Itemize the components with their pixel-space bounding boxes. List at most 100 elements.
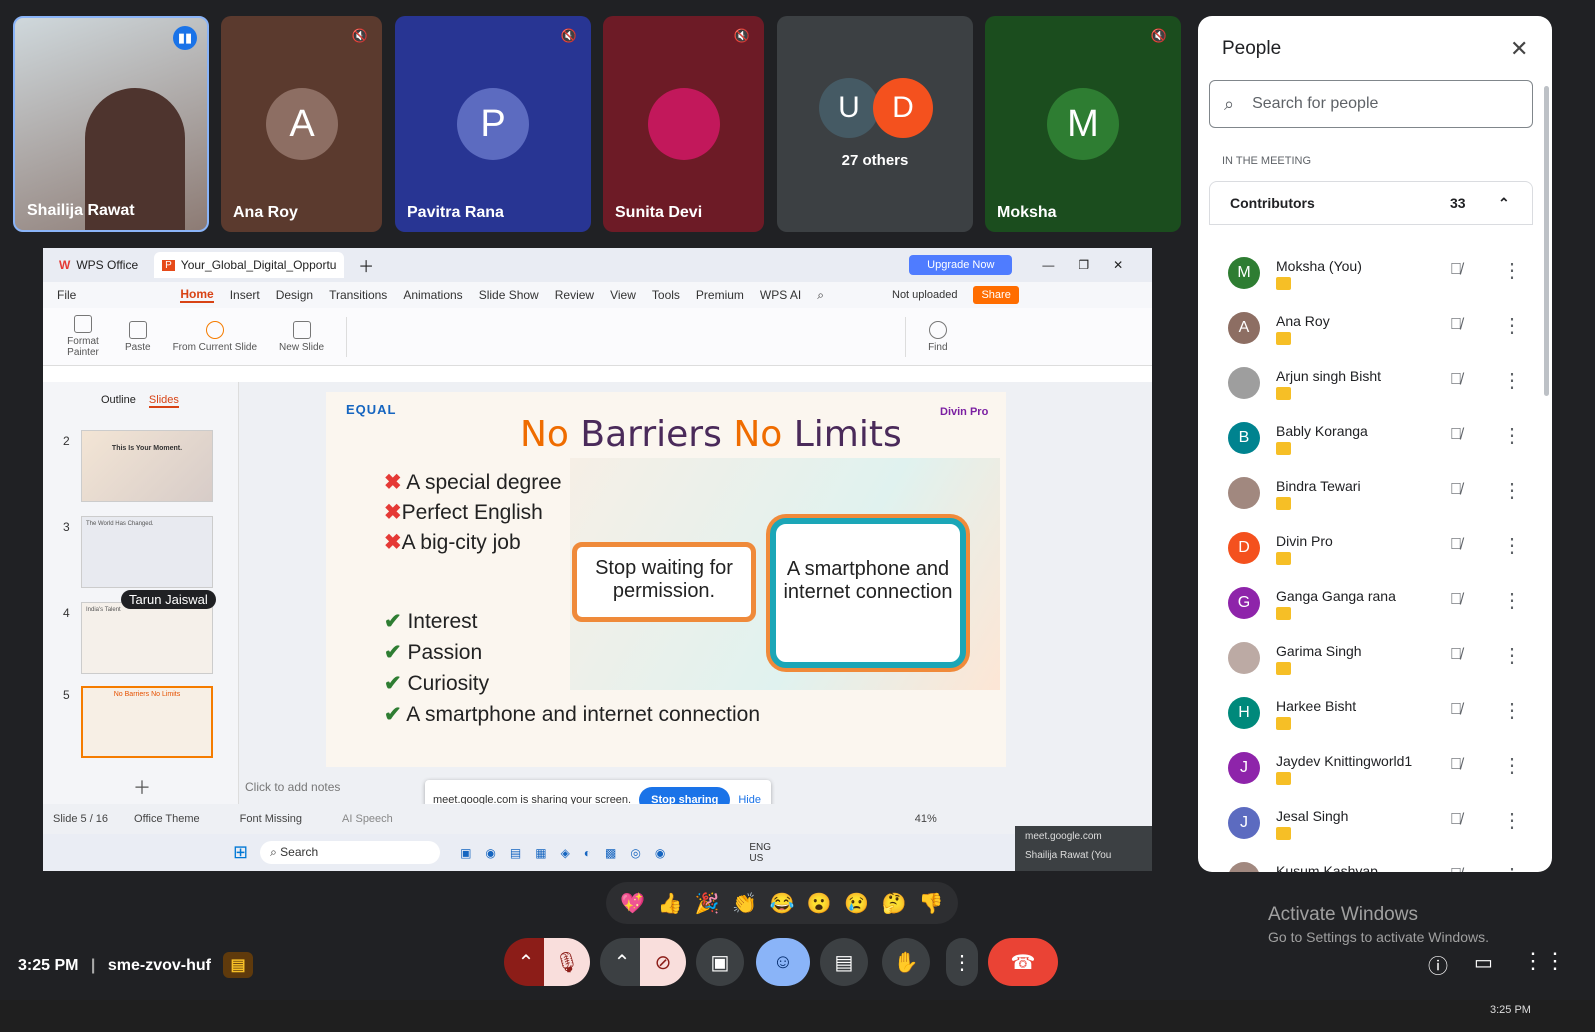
menu-transitions[interactable]: Transitions [329, 288, 387, 302]
tab-document[interactable]: P Your_Global_Digital_Opportu [154, 252, 345, 278]
more-options-button[interactable]: ⋮ [946, 938, 978, 986]
tab-slides[interactable]: Slides [148, 394, 179, 408]
tile-sunita[interactable]: 🔇 Sunita Devi [603, 16, 764, 232]
restore-icon[interactable]: ❐ [1078, 258, 1089, 272]
new-tab-icon[interactable]: ＋ [358, 253, 374, 277]
participant-row[interactable]: Bindra Tewari 🎙̸ ⋮ [1212, 465, 1532, 520]
menu-tools[interactable]: Tools [652, 288, 680, 302]
speaker-notes[interactable]: Click to add notes [245, 780, 340, 794]
add-slide-icon[interactable]: ＋ [133, 774, 151, 800]
participant-row[interactable]: H Harkee Bisht 🎙̸ ⋮ [1212, 685, 1532, 740]
zoom-level[interactable]: 41% [915, 813, 937, 825]
contributors-header[interactable]: Contributors 33 ⌃ [1209, 181, 1533, 225]
menu-slideshow[interactable]: Slide Show [479, 288, 539, 302]
reaction-emoji[interactable]: 😮 [807, 891, 832, 916]
more-options-icon[interactable]: ⋮ [1502, 423, 1522, 448]
menu-view[interactable]: View [610, 288, 636, 302]
format-painter-button[interactable]: Format Painter [63, 315, 103, 358]
mic-off-icon[interactable]: 🎙̸ [1450, 866, 1462, 872]
not-uploaded[interactable]: Not uploaded [892, 289, 957, 301]
mic-off-icon[interactable]: 🎙̸ [1450, 481, 1462, 499]
tile-pavitra[interactable]: P 🔇 Pavitra Rana [395, 16, 591, 232]
menu-home[interactable]: Home [180, 287, 214, 303]
mic-off-icon[interactable]: 🎙̸ [1450, 316, 1462, 334]
share-button[interactable]: Share [973, 286, 1019, 304]
tab-wps-office[interactable]: W WPS Office [51, 252, 146, 278]
reaction-emoji[interactable]: 💖 [620, 891, 645, 916]
search-people-input[interactable]: ⌕ Search for people [1209, 80, 1533, 128]
slide-thumbnail[interactable]: India's Talent [81, 602, 213, 674]
reaction-emoji[interactable]: 😢 [844, 891, 869, 916]
mic-off-icon[interactable]: 🎙̸ [1450, 756, 1462, 774]
menu-premium[interactable]: Premium [696, 288, 744, 302]
mic-off-icon[interactable]: 🎙̸ [1450, 701, 1462, 719]
more-options-icon[interactable]: ⋮ [1502, 643, 1522, 668]
chat-icon[interactable]: ▭ [1474, 950, 1493, 975]
participant-row[interactable]: A Ana Roy 🎙̸ ⋮ [1212, 300, 1532, 355]
search-icon[interactable]: ⌕ [817, 288, 824, 303]
more-options-icon[interactable]: ⋮ [1502, 258, 1522, 283]
upgrade-button[interactable]: Upgrade Now [909, 255, 1013, 275]
participant-row[interactable]: M Moksha (You) 🎙̸ ⋮ [1212, 245, 1532, 300]
menu-file[interactable]: File [57, 288, 76, 302]
tile-moksha[interactable]: M 🔇 Moksha [985, 16, 1181, 232]
reaction-emoji[interactable]: 👍 [658, 891, 683, 916]
mic-off-icon[interactable]: 🎙̸ [1450, 811, 1462, 829]
tile-ana-roy[interactable]: A 🔇 Ana Roy [221, 16, 382, 232]
menu-wps-ai[interactable]: WPS AI [760, 288, 801, 302]
participant-row[interactable]: Kusum Kashyap 🎙̸ ⋮ [1212, 850, 1532, 872]
participant-row[interactable]: J Jaydev Knittingworld1 🎙̸ ⋮ [1212, 740, 1532, 795]
more-options-icon[interactable]: ⋮ [1502, 588, 1522, 613]
participant-row[interactable]: Arjun singh Bisht 🎙̸ ⋮ [1212, 355, 1532, 410]
host-controls-icon[interactable]: ▤ [223, 952, 253, 978]
raise-hand-button[interactable]: ✋ [882, 938, 930, 986]
mic-off-button[interactable]: 🎙 [544, 938, 590, 986]
participant-row[interactable]: Garima Singh 🎙̸ ⋮ [1212, 630, 1532, 685]
tab-outline[interactable]: Outline [101, 394, 136, 406]
mic-off-icon[interactable]: 🎙̸ [1450, 536, 1462, 554]
paste-button[interactable]: Paste [125, 320, 151, 353]
slide-thumbnail[interactable]: This Is Your Moment. [81, 430, 213, 502]
more-options-icon[interactable]: ⋮ [1502, 313, 1522, 338]
mic-options-button[interactable]: ⌃ [504, 938, 548, 986]
more-options-icon[interactable]: ⋮ [1502, 368, 1522, 393]
captions-button[interactable]: ▤ [820, 938, 868, 986]
apps-icon[interactable]: ⋮⋮ [1522, 948, 1566, 974]
font-missing[interactable]: Font Missing [240, 813, 302, 825]
menu-review[interactable]: Review [555, 288, 594, 302]
scrollbar[interactable] [1544, 86, 1549, 396]
slide-thumbnail[interactable]: The World Has Changed. [81, 516, 213, 588]
menu-insert[interactable]: Insert [230, 288, 260, 302]
minimize-icon[interactable]: — [1042, 258, 1054, 272]
tile-shailija[interactable]: ▮▮ Shailija Rawat [13, 16, 209, 232]
mic-off-icon[interactable]: 🎙̸ [1450, 591, 1462, 609]
slide-thumbnail-active[interactable]: No Barriers No Limits [81, 686, 213, 758]
reaction-emoji[interactable]: 😂 [770, 891, 795, 916]
mic-off-icon[interactable]: 🎙̸ [1450, 261, 1462, 279]
camera-options-button[interactable]: ⌃ [600, 938, 644, 986]
more-options-icon[interactable]: ⋮ [1502, 533, 1522, 558]
speech-label[interactable]: AI Speech [342, 813, 393, 825]
participant-row[interactable]: J Jesal Singh 🎙̸ ⋮ [1212, 795, 1532, 850]
reaction-emoji[interactable]: 🎉 [695, 891, 720, 916]
mic-off-icon[interactable]: 🎙̸ [1450, 426, 1462, 444]
reaction-emoji[interactable]: 👏 [732, 891, 757, 916]
more-options-icon[interactable]: ⋮ [1502, 478, 1522, 503]
new-slide-button[interactable]: New Slide [279, 320, 324, 353]
close-icon[interactable]: ✕ [1510, 36, 1528, 62]
camera-off-button[interactable]: ⊘ [640, 938, 686, 986]
present-button[interactable]: ▣ [696, 938, 744, 986]
windows-icon[interactable]: ⊞ [233, 842, 248, 863]
find-button[interactable]: Find [928, 320, 948, 353]
leave-call-button[interactable]: ☎ [988, 938, 1058, 986]
info-icon[interactable]: ⓘ [1428, 950, 1448, 979]
more-options-icon[interactable]: ⋮ [1502, 753, 1522, 778]
close-icon[interactable]: ✕ [1113, 258, 1123, 272]
participant-row[interactable]: B Bably Koranga 🎙̸ ⋮ [1212, 410, 1532, 465]
reaction-emoji[interactable]: 👎 [919, 891, 944, 916]
more-options-icon[interactable]: ⋮ [1502, 698, 1522, 723]
tile-others[interactable]: U D 27 others [777, 16, 973, 232]
theme-label[interactable]: Office Theme [134, 813, 200, 825]
reaction-emoji[interactable]: 🤔 [882, 891, 907, 916]
more-options-icon[interactable]: ⋮ [1502, 808, 1522, 833]
